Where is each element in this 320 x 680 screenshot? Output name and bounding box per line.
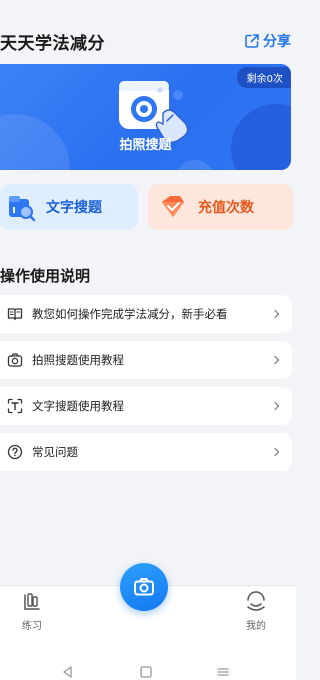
nav-practice-label: 练习: [22, 621, 42, 632]
chevron-right-icon: [274, 355, 280, 365]
home-icon[interactable]: [139, 665, 153, 679]
guide-item-text-tutorial[interactable]: 文字搜题使用教程: [0, 387, 292, 425]
chevron-right-icon: [274, 447, 280, 457]
remaining-count-badge: 剩余0次: [236, 67, 291, 88]
guide-item-photo-tutorial[interactable]: 拍照搜题使用教程: [0, 341, 292, 379]
book-icon: [7, 308, 23, 321]
guide-item-label: 教您如何操作完成学法减分，新手必看: [32, 307, 228, 321]
guide-item-beginner[interactable]: 教您如何操作完成学法减分，新手必看: [0, 295, 292, 333]
nav-mine-label: 我的: [246, 621, 266, 632]
section-title: 操作使用说明: [0, 267, 91, 285]
quick-actions: 文字搜题 充值次数: [0, 184, 296, 230]
guide-item-label: 常见问题: [32, 445, 78, 459]
recharge-button[interactable]: 充值次数: [148, 184, 293, 230]
banner-decoration: [175, 160, 215, 170]
guide-item-label: 文字搜题使用教程: [32, 399, 124, 413]
nav-practice[interactable]: 练习: [7, 591, 57, 632]
recharge-icon: [162, 196, 184, 217]
share-label: 分享: [263, 34, 291, 50]
text-search-label: 文字搜题: [46, 200, 102, 216]
camera-icon: [134, 578, 154, 596]
camera-fab-button[interactable]: [120, 563, 168, 611]
camera-icon: [7, 353, 23, 367]
photo-search-banner[interactable]: 剩余0次 拍照搜题: [0, 64, 291, 170]
chevron-right-icon: [274, 401, 280, 411]
text-search-icon: [9, 196, 36, 222]
text-search-button[interactable]: 文字搜题: [0, 184, 138, 230]
question-icon: [7, 444, 23, 460]
chevron-right-icon: [274, 309, 280, 319]
banner-label: 拍照搜题: [119, 138, 172, 153]
share-icon: [245, 34, 259, 48]
system-nav-bar: [0, 635, 296, 680]
share-button[interactable]: 分享: [244, 31, 291, 51]
guide-item-faq[interactable]: 常见问题: [0, 433, 292, 471]
page-title: 天天学法减分: [0, 34, 105, 54]
guide-item-label: 拍照搜题使用教程: [32, 353, 124, 367]
back-icon[interactable]: [61, 665, 75, 679]
practice-icon: [24, 593, 40, 610]
recharge-label: 充值次数: [198, 200, 254, 216]
menu-icon[interactable]: [216, 665, 230, 679]
text-scan-icon: [7, 398, 23, 414]
nav-mine[interactable]: 我的: [231, 591, 281, 632]
profile-icon: [247, 591, 265, 611]
